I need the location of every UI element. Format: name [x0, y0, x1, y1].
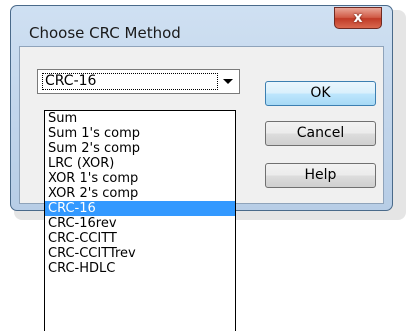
dropdown-option[interactable]: CRC-16rev	[45, 216, 235, 231]
dropdown-option[interactable]: Sum 1's comp	[45, 126, 235, 141]
dropdown-option[interactable]: Sum	[45, 111, 235, 126]
help-button[interactable]: Help	[265, 163, 376, 188]
dropdown-option-selected[interactable]: CRC-16	[45, 201, 235, 216]
dialog-title: Choose CRC Method	[29, 24, 181, 42]
close-button[interactable]: x	[334, 7, 382, 29]
ok-button[interactable]: OK	[265, 81, 376, 106]
dropdown-option[interactable]: CRC-HDLC	[45, 261, 235, 276]
crc-method-combobox[interactable]: CRC-16	[37, 69, 240, 94]
cancel-button[interactable]: Cancel	[265, 121, 376, 146]
dropdown-option[interactable]: Sum 2's comp	[45, 141, 235, 156]
chevron-down-icon[interactable]	[223, 79, 233, 84]
dropdown-option[interactable]: CRC-CCITT	[45, 231, 235, 246]
dropdown-option[interactable]: LRC (XOR)	[45, 156, 235, 171]
dropdown-option[interactable]: CRC-CCITTrev	[45, 246, 235, 261]
crc-method-dropdown-list: Sum Sum 1's comp Sum 2's comp LRC (XOR) …	[44, 110, 236, 331]
dropdown-option[interactable]: XOR 1's comp	[45, 171, 235, 186]
combo-selected-value: CRC-16	[45, 73, 97, 89]
dropdown-option[interactable]: XOR 2's comp	[45, 186, 235, 201]
close-icon: x	[353, 10, 363, 26]
